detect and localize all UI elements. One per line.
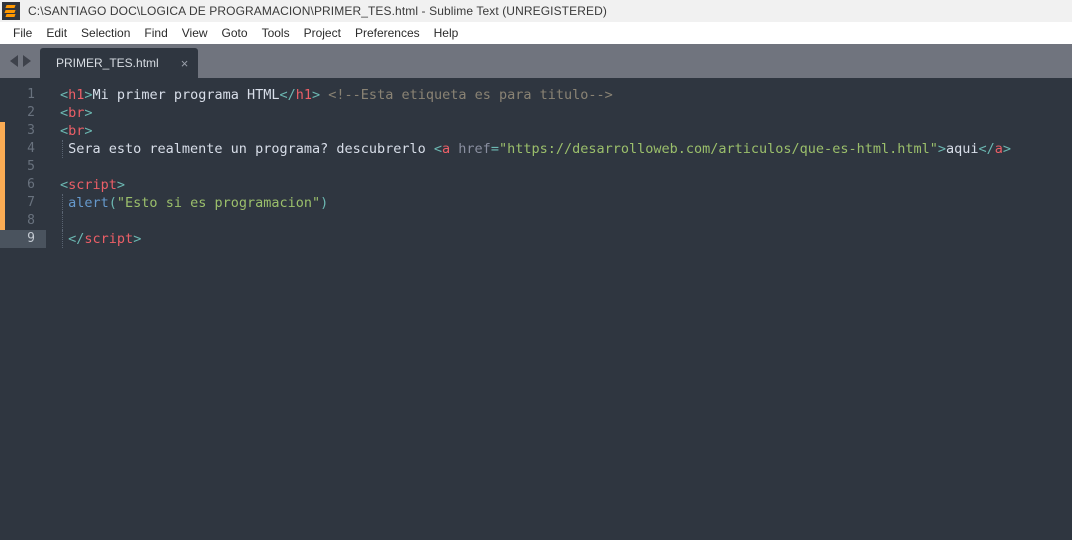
code-text: <br> (60, 122, 93, 140)
token-punct: </ (68, 231, 85, 247)
token-punct: > (937, 141, 946, 157)
menu-item-preferences[interactable]: Preferences (348, 24, 427, 42)
token-punct: </ (279, 87, 296, 103)
line-number: 4 (27, 141, 35, 156)
line-number: 6 (27, 177, 35, 192)
code-content[interactable]: 1 <h1>Mi primer programa HTML</h1> <!--Es… (0, 78, 1072, 248)
token-tagname: script (68, 177, 117, 193)
token-punct: </ (978, 141, 995, 157)
editor-pane[interactable]: 1 <h1>Mi primer programa HTML</h1> <!--Es… (0, 78, 1072, 540)
token-punct: < (60, 123, 69, 139)
code-line[interactable]: 7 alert("Esto si es programacion") (0, 194, 1072, 212)
token-func: alert (68, 195, 109, 211)
token-tagname: br (68, 123, 85, 139)
token-punct: ( (108, 195, 117, 211)
tab-primer-tes-html[interactable]: PRIMER_TES.html × (40, 48, 199, 78)
code-line[interactable]: 1 <h1>Mi primer programa HTML</h1> <!--Es… (0, 86, 1072, 104)
window-title: C:\SANTIAGO DOC\LOGICA DE PROGRAMACION\P… (28, 4, 607, 18)
line-number: 9 (0, 230, 46, 248)
code-line[interactable]: 4 Sera esto realmente un programa? descu… (0, 140, 1072, 158)
token-punct: < (433, 141, 443, 157)
token-punct: > (84, 87, 93, 103)
line-number: 2 (27, 105, 35, 120)
line-number: 8 (27, 213, 35, 228)
token-comment: <!--Esta etiqueta es para titulo--> (328, 87, 613, 103)
token-punct: < (60, 105, 69, 121)
token-punct: ) (320, 195, 329, 211)
token-tagname: br (68, 105, 85, 121)
arrow-right-icon[interactable] (22, 55, 31, 67)
tab-scroll-arrows[interactable] (0, 44, 40, 78)
title-bar: C:\SANTIAGO DOC\LOGICA DE PROGRAMACION\P… (0, 0, 1072, 22)
menu-item-goto[interactable]: Goto (215, 24, 255, 42)
menu-item-tools[interactable]: Tools (255, 24, 297, 42)
token-text: Mi primer programa HTML (92, 87, 280, 103)
menu-item-file[interactable]: File (6, 24, 39, 42)
token-punct: > (312, 87, 321, 103)
tab-label: PRIMER_TES.html (56, 56, 159, 70)
code-text: <br> (60, 104, 93, 122)
token-tagname: h1 (295, 87, 313, 103)
menu-item-find[interactable]: Find (137, 24, 174, 42)
menu-item-help[interactable]: Help (427, 24, 466, 42)
code-line[interactable]: 3 <br> (0, 122, 1072, 140)
token-punct: < (60, 177, 69, 193)
token-punct: < (60, 87, 69, 103)
code-text: Sera esto realmente un programa? descubr… (60, 140, 1011, 158)
token-punct: = (490, 141, 499, 157)
menu-item-selection[interactable]: Selection (74, 24, 137, 42)
token-tagname: script (84, 231, 134, 247)
token-punct: > (1002, 141, 1012, 157)
line-number: 1 (27, 87, 35, 102)
token-tagname: a (994, 141, 1003, 157)
token-tagname: h1 (68, 87, 85, 103)
line-number: 7 (27, 195, 35, 210)
code-text: <h1>Mi primer programa HTML</h1> <!--Est… (60, 86, 613, 104)
token-string: "https://desarrolloweb.com/articulos/que… (498, 141, 938, 157)
menu-bar: File Edit Selection Find View Goto Tools Projec… (0, 22, 1072, 44)
arrow-left-icon[interactable] (9, 55, 18, 67)
token-punct: > (116, 177, 126, 193)
token-string: "Esto si es programacion" (116, 195, 321, 211)
line-number: 5 (27, 159, 35, 174)
token-punct: > (133, 231, 142, 247)
token-tagname: a (442, 141, 451, 157)
code-text: alert("Esto si es programacion") (60, 194, 328, 212)
token-punct: > (84, 123, 93, 139)
line-number: 3 (27, 123, 35, 138)
token-text: aqui (946, 141, 979, 157)
token-attr: href (458, 141, 491, 157)
code-line[interactable]: 6 <script> (0, 176, 1072, 194)
token-text: Sera esto realmente un programa? descubr… (60, 141, 434, 157)
code-line[interactable]: 8 (0, 212, 1072, 230)
token-punct: > (84, 105, 93, 121)
code-line[interactable]: 2 <br> (0, 104, 1072, 122)
code-text: </script> (60, 230, 141, 248)
code-line[interactable]: 5 (0, 158, 1072, 176)
sublime-text-logo-icon (2, 2, 20, 20)
code-line[interactable]: 9 </script> (0, 230, 1072, 248)
tab-bar: PRIMER_TES.html × (0, 44, 1072, 78)
menu-item-project[interactable]: Project (297, 24, 348, 42)
menu-item-edit[interactable]: Edit (39, 24, 74, 42)
menu-item-view[interactable]: View (175, 24, 215, 42)
indent-guide (62, 212, 64, 230)
code-text: <script> (60, 176, 125, 194)
close-icon[interactable]: × (181, 57, 189, 70)
